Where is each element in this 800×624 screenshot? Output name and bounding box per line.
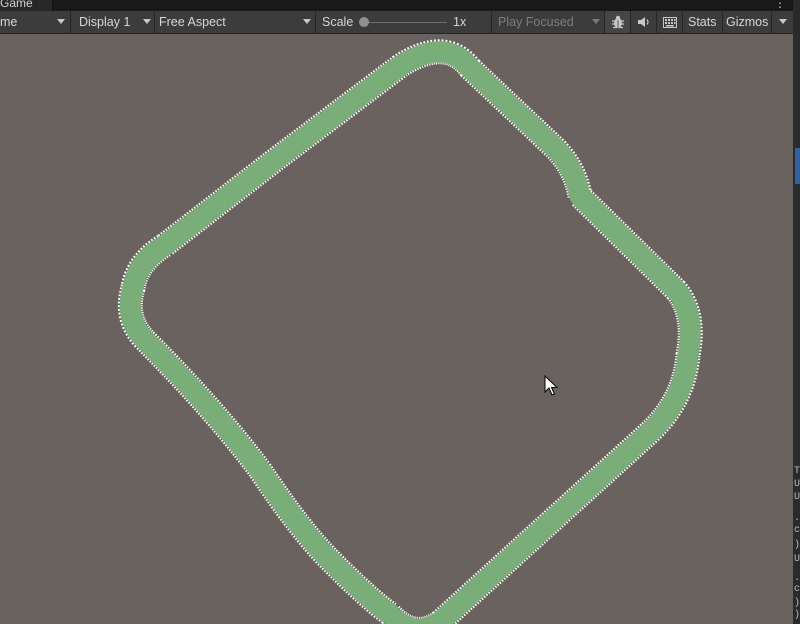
chevron-down-icon [592, 19, 600, 24]
stats-label: Stats [688, 15, 717, 29]
aspect-label: Free Aspect [159, 15, 226, 29]
chevron-down-icon [303, 19, 311, 24]
window-tab-bar: Game ⋮ [0, 0, 800, 11]
tab-game-label: Game [0, 0, 33, 10]
chevron-down-icon [57, 19, 65, 24]
scrollbar-thumb[interactable] [795, 148, 800, 184]
track-loop [130, 52, 690, 624]
play-mode-dropdown[interactable]: Play Focused [492, 11, 604, 33]
gizmos-label: Gizmos [726, 15, 769, 29]
bug-icon [611, 15, 624, 29]
gizmos-dropdown[interactable] [772, 11, 793, 33]
view-mode-dropdown[interactable]: me [0, 11, 70, 33]
view-mode-label: me [0, 15, 18, 29]
speaker-icon [637, 17, 649, 27]
track-outline [130, 52, 690, 624]
console-fragment: c [794, 525, 800, 536]
console-fragment: c [794, 584, 800, 595]
shortcuts-toggle[interactable] [657, 11, 682, 33]
scale-slider-track[interactable] [364, 22, 447, 23]
keyboard-icon [662, 16, 677, 28]
cursor-arrow-icon [544, 375, 559, 396]
console-fragment: . [794, 513, 800, 524]
console-fragment: ) [794, 540, 800, 551]
chevron-down-icon [779, 19, 787, 24]
stats-button[interactable]: Stats [683, 11, 723, 33]
console-fragment: ) [794, 598, 800, 609]
display-dropdown[interactable]: Display 1 [71, 11, 154, 33]
console-fragment: U [794, 479, 800, 490]
console-fragment: U [794, 492, 800, 503]
window-menu-icon[interactable]: ⋮ [774, 0, 786, 11]
console-fragment: T [794, 466, 800, 477]
error-pause-toggle[interactable] [605, 11, 630, 33]
game-view-toolbar: me Display 1 Free Aspect Scale 1x Play F… [0, 11, 793, 34]
chevron-down-icon [143, 19, 151, 24]
mute-audio-toggle[interactable] [631, 11, 656, 33]
divider [315, 11, 316, 33]
tab-game[interactable]: Game [0, 0, 53, 11]
console-fragment: . [794, 573, 800, 584]
scale-value: 1x [453, 15, 467, 29]
play-mode-label: Play Focused [498, 15, 574, 29]
gizmos-button[interactable]: Gizmos [723, 11, 771, 33]
console-fragment: U [794, 554, 800, 565]
scale-slider-handle[interactable] [359, 17, 369, 27]
console-fragment: ) [794, 610, 800, 621]
game-viewport[interactable] [0, 34, 793, 624]
display-label: Display 1 [79, 15, 131, 29]
aspect-dropdown[interactable]: Free Aspect [155, 11, 315, 33]
scale-label: Scale [322, 15, 354, 29]
